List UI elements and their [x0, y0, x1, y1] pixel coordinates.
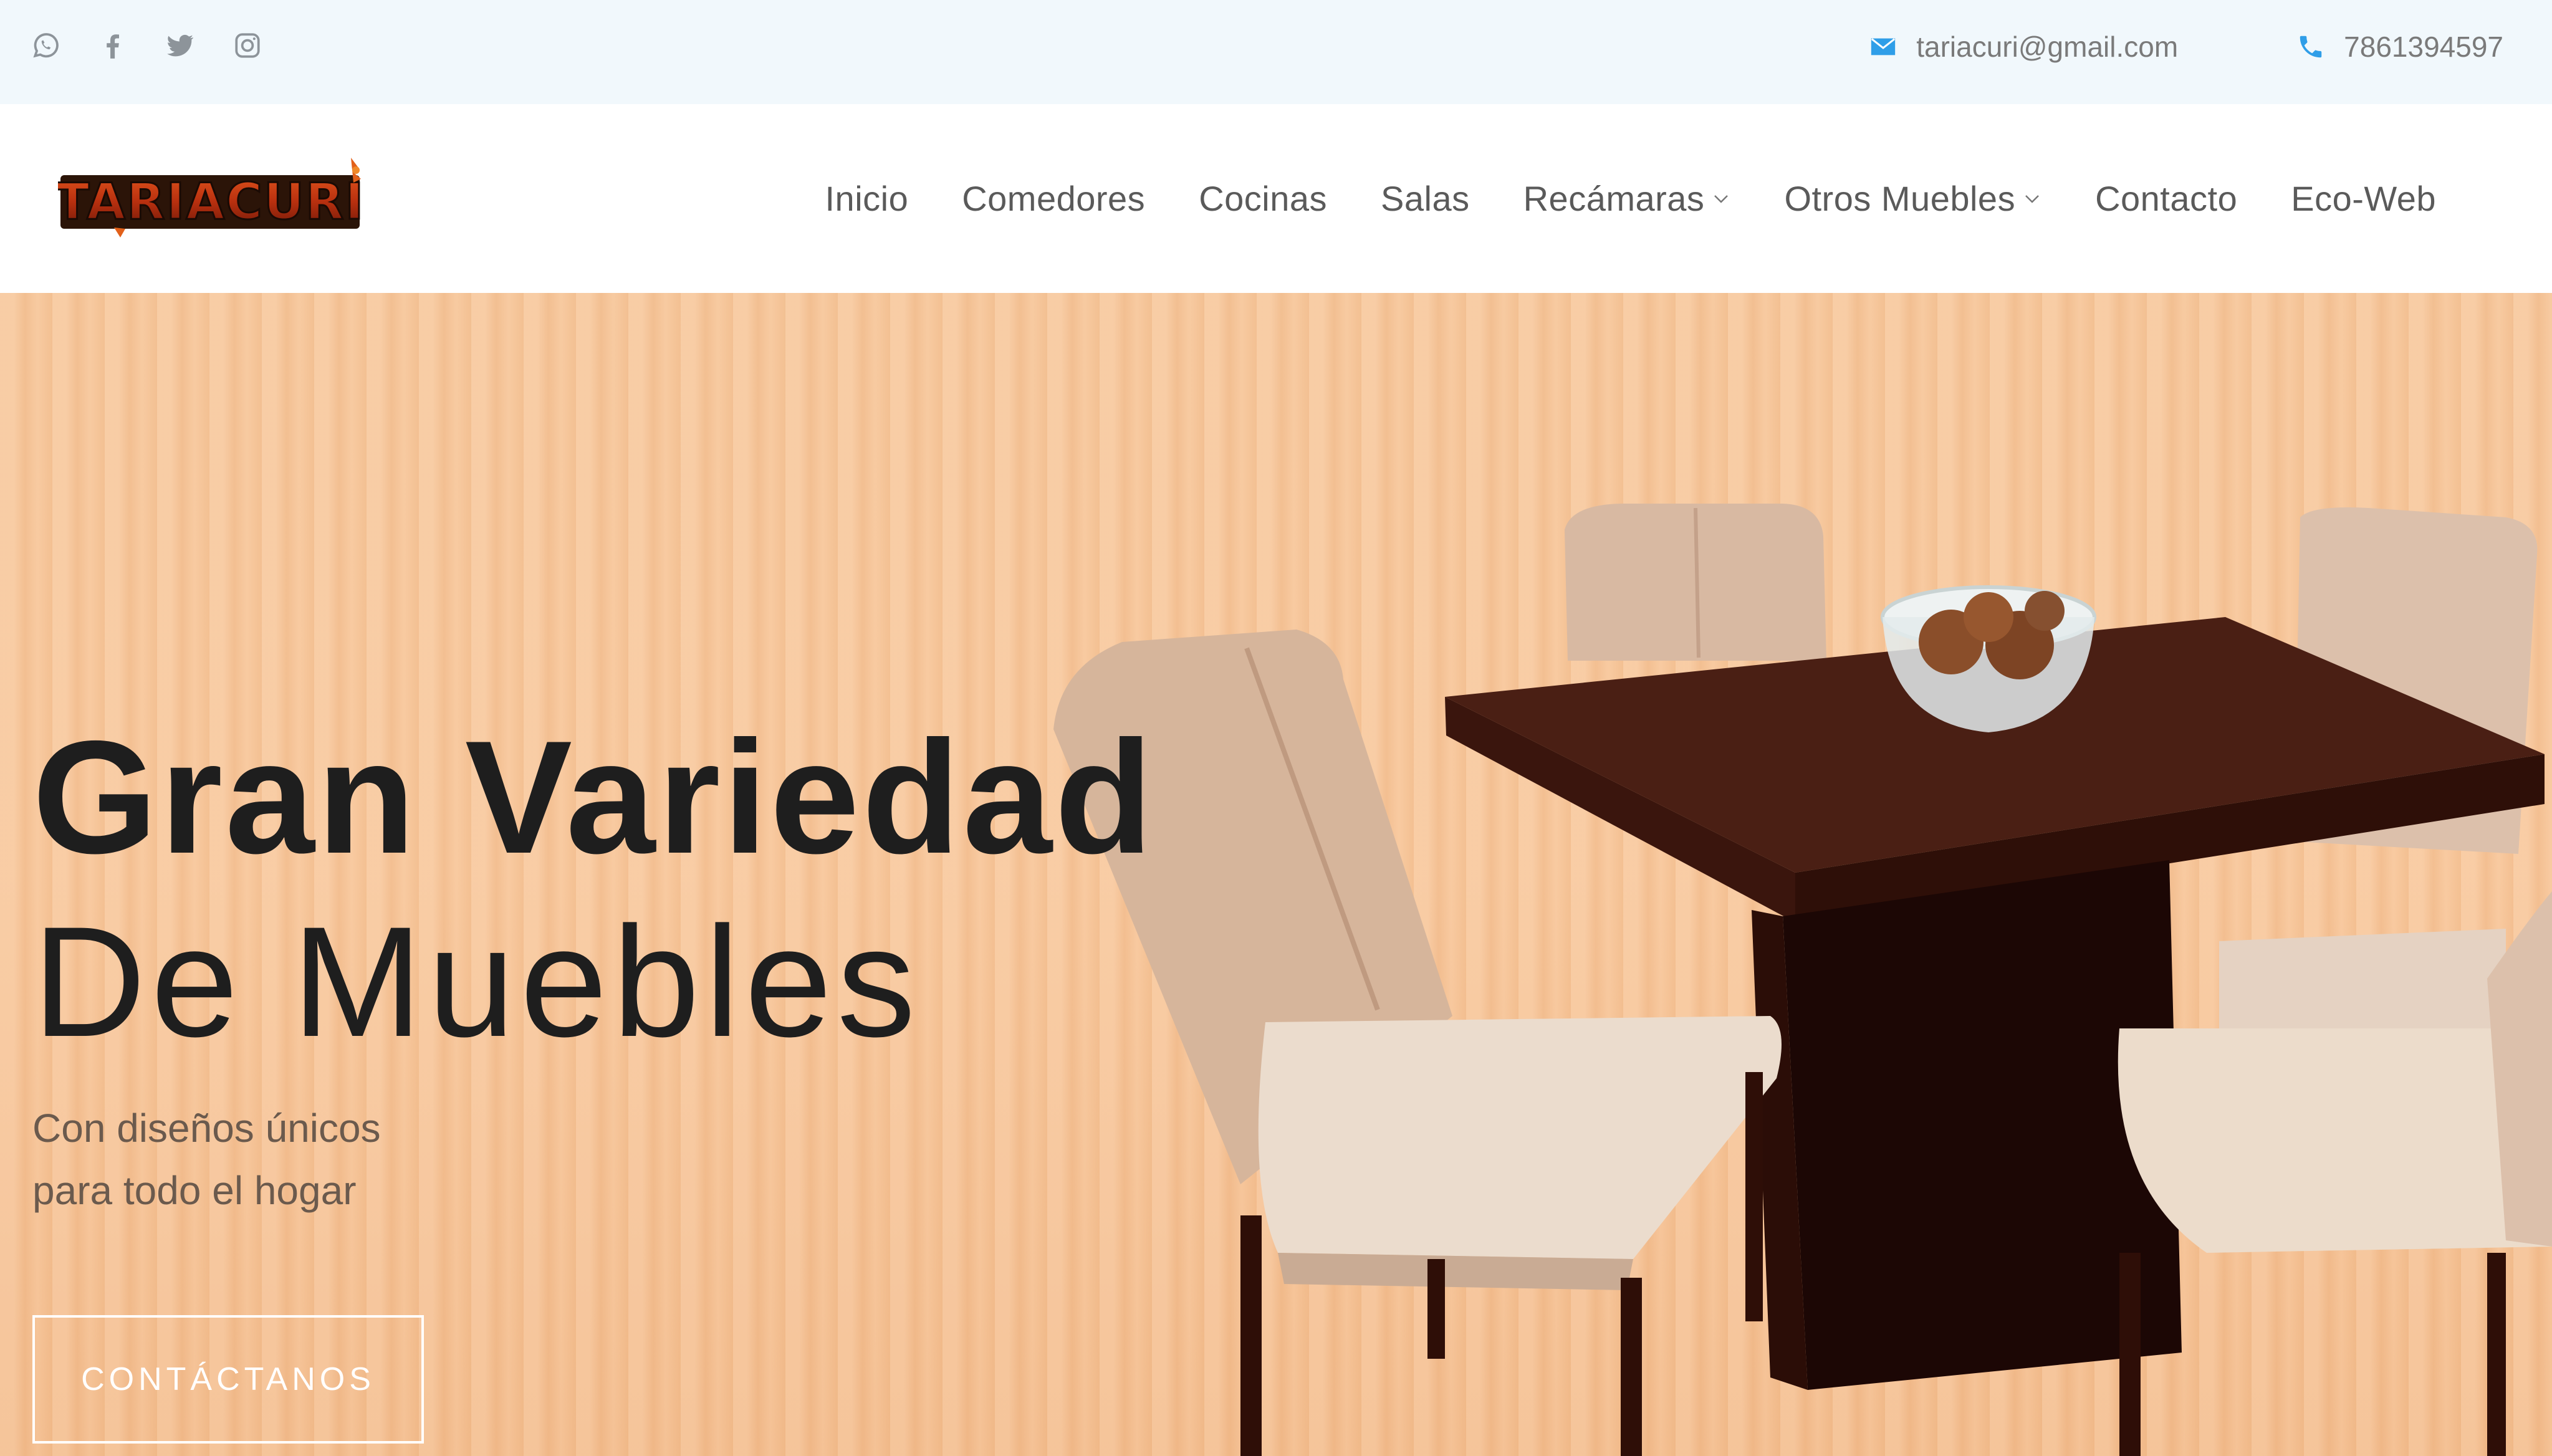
nav-item-cocinas[interactable]: Cocinas	[1199, 178, 1327, 219]
top-bar: tariacuri@gmail.com 7861394597	[0, 0, 2552, 104]
site-header: TARIACURI Inicio Comedores Cocinas Salas…	[0, 104, 2552, 293]
nav-label: Otros Muebles	[1784, 179, 2016, 218]
brand-logo[interactable]: TARIACURI	[58, 150, 370, 242]
hero-title: Gran Variedad	[32, 707, 1156, 887]
nav-item-contacto[interactable]: Contacto	[2095, 178, 2237, 219]
nav-label: Recámaras	[1523, 179, 1705, 218]
nav-item-otros-muebles[interactable]: Otros Muebles	[1784, 178, 2041, 219]
email-contact[interactable]: tariacuri@gmail.com	[1869, 30, 2178, 64]
nav-item-recamaras[interactable]: Recámaras	[1523, 178, 1731, 219]
nav-label: Salas	[1381, 179, 1470, 218]
phone-text[interactable]: 7861394597	[2344, 30, 2503, 64]
envelope-icon	[1869, 32, 1897, 61]
contact-info: tariacuri@gmail.com 7861394597	[1869, 30, 2503, 64]
contact-us-button[interactable]: CONTÁCTANOS	[32, 1315, 424, 1444]
chair-back-left	[1565, 504, 1826, 661]
phone-icon	[2296, 32, 2325, 61]
email-text[interactable]: tariacuri@gmail.com	[1916, 30, 2178, 64]
nav-label: Comedores	[962, 179, 1146, 218]
phone-contact[interactable]: 7861394597	[2296, 30, 2503, 64]
chevron-down-icon	[2025, 194, 2039, 203]
nav-item-salas[interactable]: Salas	[1381, 178, 1470, 219]
nav-item-comedores[interactable]: Comedores	[962, 178, 1145, 219]
social-links	[30, 30, 263, 61]
hero-title-secondary: De Muebles	[32, 894, 921, 1070]
main-nav: Inicio Comedores Cocinas Salas Recámaras…	[825, 104, 2436, 293]
twitter-icon[interactable]	[165, 30, 196, 61]
hero-subtitle-line: Con diseños únicos	[32, 1106, 381, 1151]
hero-subtitle: Con diseños únicos para todo el hogar	[32, 1097, 381, 1222]
chevron-down-icon	[1714, 194, 1729, 203]
nav-label: Eco-Web	[2291, 179, 2436, 218]
nav-label: Contacto	[2095, 179, 2238, 218]
hero-subtitle-line: para todo el hogar	[32, 1168, 357, 1213]
svg-text:TARIACURI: TARIACURI	[58, 173, 365, 231]
nav-label: Inicio	[825, 179, 909, 218]
facebook-icon[interactable]	[97, 30, 128, 61]
instagram-icon[interactable]	[232, 30, 263, 61]
nav-label: Cocinas	[1199, 179, 1328, 218]
whatsapp-icon[interactable]	[30, 30, 61, 61]
nav-item-inicio[interactable]: Inicio	[825, 178, 908, 219]
hero-banner: Gran Variedad De Muebles Con diseños úni…	[0, 293, 2552, 1456]
nav-item-eco-web[interactable]: Eco-Web	[2291, 178, 2436, 219]
